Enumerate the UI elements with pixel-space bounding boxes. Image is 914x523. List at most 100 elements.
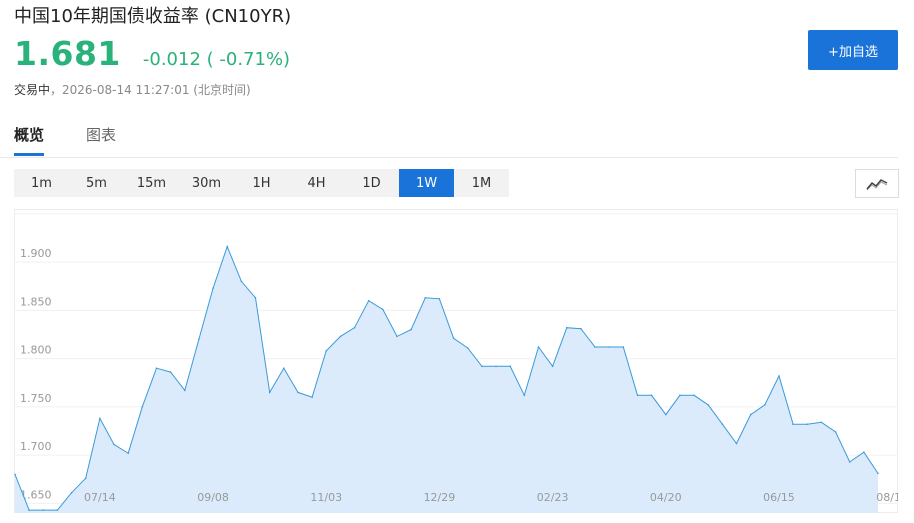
data-point bbox=[537, 346, 540, 348]
data-point bbox=[665, 413, 667, 416]
data-point bbox=[466, 347, 469, 349]
period-4h[interactable]: 4H bbox=[289, 169, 344, 197]
x-tick-label: 09/08 bbox=[197, 491, 229, 504]
data-point bbox=[28, 509, 30, 511]
period-1w[interactable]: 1W bbox=[399, 169, 454, 197]
data-point bbox=[551, 365, 554, 368]
x-tick-label: 02/23 bbox=[537, 491, 569, 504]
period-1m[interactable]: 1m bbox=[14, 169, 69, 197]
data-point bbox=[127, 452, 129, 454]
data-point bbox=[594, 346, 596, 348]
data-point bbox=[650, 394, 653, 397]
yield-chart-svg: 1.9501.9001.8501.8001.7501.7001.65007/14… bbox=[14, 209, 898, 513]
data-point bbox=[70, 491, 73, 494]
data-point bbox=[283, 367, 285, 369]
x-tick-label: 04/20 bbox=[650, 491, 682, 504]
data-point bbox=[99, 417, 101, 420]
data-point bbox=[268, 391, 271, 394]
data-point bbox=[693, 394, 695, 397]
data-point bbox=[792, 423, 794, 425]
data-point bbox=[622, 346, 625, 348]
tab-overview[interactable]: 概览 bbox=[14, 124, 45, 156]
x-tick-label: 08/10 bbox=[876, 491, 898, 504]
data-point bbox=[339, 335, 342, 338]
trading-status-label: 交易中 bbox=[14, 83, 51, 97]
add-watchlist-button[interactable]: +加自选 bbox=[808, 30, 898, 70]
timestamp: ，2026-08-14 11:27:01 (北京时间) bbox=[50, 83, 251, 97]
x-tick-label: 12/29 bbox=[424, 491, 456, 504]
data-point bbox=[721, 423, 724, 425]
price-value: 1.681 bbox=[14, 34, 121, 73]
data-point bbox=[580, 327, 582, 330]
period-1d[interactable]: 1D bbox=[344, 169, 399, 197]
x-tick-label: 11/03 bbox=[310, 491, 342, 504]
period-15m[interactable]: 15m bbox=[124, 169, 179, 197]
data-point bbox=[764, 404, 766, 406]
data-point bbox=[424, 297, 427, 299]
chart-type-button[interactable] bbox=[855, 169, 899, 198]
data-point bbox=[42, 509, 45, 511]
data-point bbox=[254, 297, 257, 299]
data-point bbox=[523, 394, 526, 397]
data-point bbox=[438, 298, 441, 300]
data-point bbox=[84, 477, 87, 480]
data-point bbox=[481, 365, 483, 368]
data-point bbox=[707, 404, 709, 406]
data-point bbox=[382, 308, 384, 311]
tab-bar: 概览 图表 bbox=[0, 124, 898, 158]
x-tick-label: 07/14 bbox=[84, 491, 116, 504]
period-1mo[interactable]: 1M bbox=[454, 169, 509, 197]
trading-status: 交易中，2026-08-14 11:27:01 (北京时间) bbox=[14, 81, 251, 98]
y-tick-label: 1.950 bbox=[20, 209, 52, 212]
data-point bbox=[566, 326, 568, 329]
data-point bbox=[141, 406, 144, 408]
data-point bbox=[169, 371, 172, 373]
data-point bbox=[56, 509, 59, 511]
data-point bbox=[778, 375, 780, 377]
y-tick-label: 1.700 bbox=[20, 440, 52, 453]
data-point bbox=[806, 423, 809, 425]
data-point bbox=[155, 367, 158, 369]
data-point bbox=[198, 338, 200, 341]
data-point bbox=[636, 394, 639, 397]
y-tick-label: 1.850 bbox=[20, 295, 52, 308]
data-point bbox=[297, 391, 299, 394]
data-point bbox=[735, 442, 738, 445]
data-point bbox=[749, 413, 752, 416]
period-selector: 1m 5m 15m 30m 1H 4H 1D 1W 1M bbox=[14, 169, 509, 197]
y-tick-label: 1.800 bbox=[20, 344, 52, 357]
data-point bbox=[410, 328, 412, 331]
data-point bbox=[311, 396, 313, 398]
data-point bbox=[820, 421, 823, 424]
data-point bbox=[396, 335, 398, 338]
data-point bbox=[848, 461, 851, 463]
data-point bbox=[877, 472, 879, 475]
period-1h[interactable]: 1H bbox=[234, 169, 289, 197]
line-chart-icon bbox=[866, 178, 888, 190]
yield-chart: 1.9501.9001.8501.8001.7501.7001.65007/14… bbox=[14, 209, 898, 513]
data-point bbox=[834, 431, 837, 433]
data-point bbox=[325, 350, 328, 352]
data-point bbox=[113, 443, 115, 446]
data-point bbox=[14, 473, 16, 476]
data-point bbox=[608, 346, 610, 348]
data-point bbox=[184, 389, 186, 392]
period-30m[interactable]: 30m bbox=[179, 169, 234, 197]
data-point bbox=[353, 326, 356, 329]
data-point bbox=[495, 365, 497, 368]
yield-area bbox=[15, 246, 878, 513]
data-point bbox=[679, 394, 681, 397]
data-point bbox=[863, 451, 865, 453]
price-change: -0.012 ( -0.71%) bbox=[142, 49, 291, 70]
data-point bbox=[212, 287, 214, 289]
y-tick-label: 1.900 bbox=[20, 247, 52, 260]
period-5m[interactable]: 5m bbox=[69, 169, 124, 197]
data-point bbox=[452, 337, 455, 340]
data-point bbox=[367, 299, 370, 302]
data-point bbox=[226, 245, 228, 248]
quote-row: 1.681 -0.012 ( -0.71%) bbox=[14, 34, 290, 73]
page-title: 中国10年期国债收益率 (CN10YR) bbox=[14, 6, 292, 27]
y-tick-label: 1.750 bbox=[20, 392, 52, 405]
data-point bbox=[240, 280, 243, 283]
tab-chart[interactable]: 图表 bbox=[86, 124, 116, 153]
